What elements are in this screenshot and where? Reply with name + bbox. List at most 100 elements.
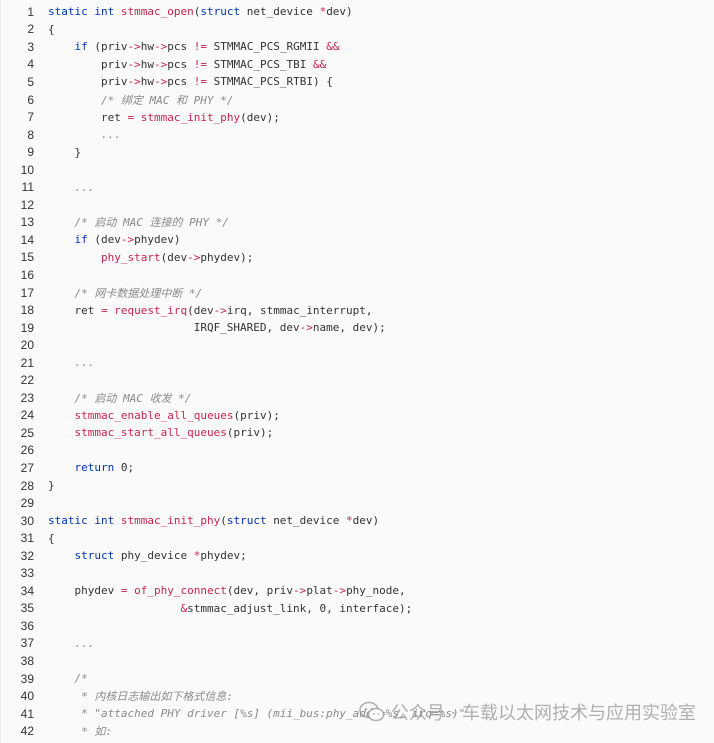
code-text: }	[48, 146, 714, 159]
code-text: ret = stmmac_init_phy(dev);	[48, 111, 714, 124]
code-text: /* 启动 MAC 连接的 PHY */	[48, 214, 714, 230]
code-token: phydev;	[200, 549, 247, 563]
code-text: * "attached PHY driver [%s] (mii_bus:phy…	[48, 707, 714, 720]
line-number: 18	[20, 303, 34, 318]
code-token: {	[48, 531, 55, 545]
line-number: 17	[20, 285, 34, 300]
code-token: ->	[120, 233, 135, 247]
code-token: hw	[140, 57, 154, 71]
line-number: 16	[20, 267, 34, 282]
code-text: ...	[48, 128, 714, 141]
code-text: /* 绑定 MAC 和 PHY */	[48, 92, 714, 108]
code-text: /*	[48, 672, 714, 685]
code-token: dev)	[326, 5, 353, 19]
code-line: 15 phy_start(dev->phydev);	[1, 249, 714, 267]
code-line: 27 return 0;	[1, 459, 714, 477]
code-token: ret	[48, 110, 128, 124]
line-number: 12	[20, 197, 34, 212]
code-line: 10	[1, 161, 714, 179]
line-number: 10	[20, 162, 34, 177]
code-token: return	[74, 461, 121, 475]
code-text: ret = request_irq(dev->irq, stmmac_inter…	[48, 304, 714, 317]
line-number: 21	[20, 355, 34, 370]
line-number: 39	[20, 671, 34, 686]
code-line: 39 /*	[1, 670, 714, 688]
code-token: STMMAC_PCS_RGMII	[213, 40, 327, 54]
code-line: 32 struct phy_device *phydev;	[1, 547, 714, 565]
code-token: stmmac_enable_all_queues	[74, 408, 234, 422]
code-text: phy_start(dev->phydev);	[48, 251, 714, 264]
code-line: 29	[1, 494, 714, 512]
code-line: 25 stmmac_start_all_queues(priv);	[1, 424, 714, 442]
code-token: stmmac_open	[120, 5, 194, 19]
code-token: (dev	[160, 250, 188, 264]
code-token: * "attached PHY driver [%s] (mii_bus:phy…	[81, 707, 466, 721]
line-number: 35	[20, 601, 34, 616]
code-token: hw	[140, 40, 154, 54]
code-token: pcs	[167, 57, 194, 71]
code-text: IRQF_SHARED, dev->name, dev);	[48, 321, 714, 334]
code-token: stmmac_init_phy	[140, 110, 241, 124]
code-token: (dev, priv	[226, 584, 294, 598]
code-token: struct	[200, 5, 247, 19]
code-line: 34 phydev = of_phy_connect(dev, priv->pl…	[1, 582, 714, 600]
line-number: 37	[20, 636, 34, 651]
code-token: !=	[193, 57, 214, 71]
code-token: }	[48, 145, 82, 159]
code-token: name, dev);	[312, 321, 386, 335]
line-number: 3	[27, 39, 34, 54]
code-token: /* 启动 MAC 连接的 PHY */	[74, 216, 229, 230]
code-token: /* 绑定 MAC 和 PHY */	[100, 93, 234, 107]
code-token: STMMAC_PCS_RTBI) {	[213, 75, 333, 89]
code-text: /* 网卡数据处理中断 */	[48, 285, 714, 301]
code-line: 20	[1, 336, 714, 354]
code-text: /* 启动 MAC 收发 */	[48, 390, 714, 406]
code-token: irq, stmmac_interrupt,	[226, 303, 373, 317]
code-token: * 内核日志输出如下格式信息:	[81, 690, 233, 704]
code-line: 14 if (dev->phydev)	[1, 231, 714, 249]
code-token: ->	[127, 57, 141, 71]
code-token: phydev)	[134, 233, 181, 247]
code-token: (priv	[94, 40, 128, 54]
line-number: 31	[20, 531, 34, 546]
code-token: phy_device	[120, 549, 194, 563]
code-line: 28}	[1, 477, 714, 495]
code-token: ->	[153, 75, 168, 89]
code-line: 11 ...	[1, 178, 714, 196]
code-text: return 0;	[48, 461, 714, 474]
code-token: ...	[74, 356, 95, 370]
code-token: int	[94, 514, 121, 528]
code-token: =	[127, 110, 141, 124]
code-token: plat	[306, 584, 333, 598]
code-token: priv	[48, 75, 128, 89]
line-number: 42	[20, 724, 34, 739]
code-token: ...	[100, 128, 121, 142]
code-line: 12	[1, 196, 714, 214]
code-line: 30 static int stmmac_init_phy(struct net_…	[1, 512, 714, 530]
code-token: of_phy_connect	[134, 584, 227, 598]
code-token: =	[120, 584, 135, 598]
code-text: stmmac_start_all_queues(priv);	[48, 426, 714, 439]
code-token: /* 网卡数据处理中断 */	[74, 286, 203, 300]
code-line: 40 * 内核日志输出如下格式信息:	[1, 687, 714, 705]
code-token: phydev);	[200, 250, 254, 264]
code-token: if	[74, 233, 95, 247]
code-token: hw	[140, 75, 154, 89]
code-line: 37 ...	[1, 635, 714, 653]
code-token: /*	[74, 672, 88, 686]
code-token: net_device	[246, 5, 320, 19]
code-line: 17 /* 网卡数据处理中断 */	[1, 284, 714, 302]
code-token: *	[346, 514, 353, 528]
code-text: ...	[48, 181, 714, 194]
code-token: stmmac_init_phy	[120, 514, 221, 528]
code-token: =	[100, 303, 115, 317]
